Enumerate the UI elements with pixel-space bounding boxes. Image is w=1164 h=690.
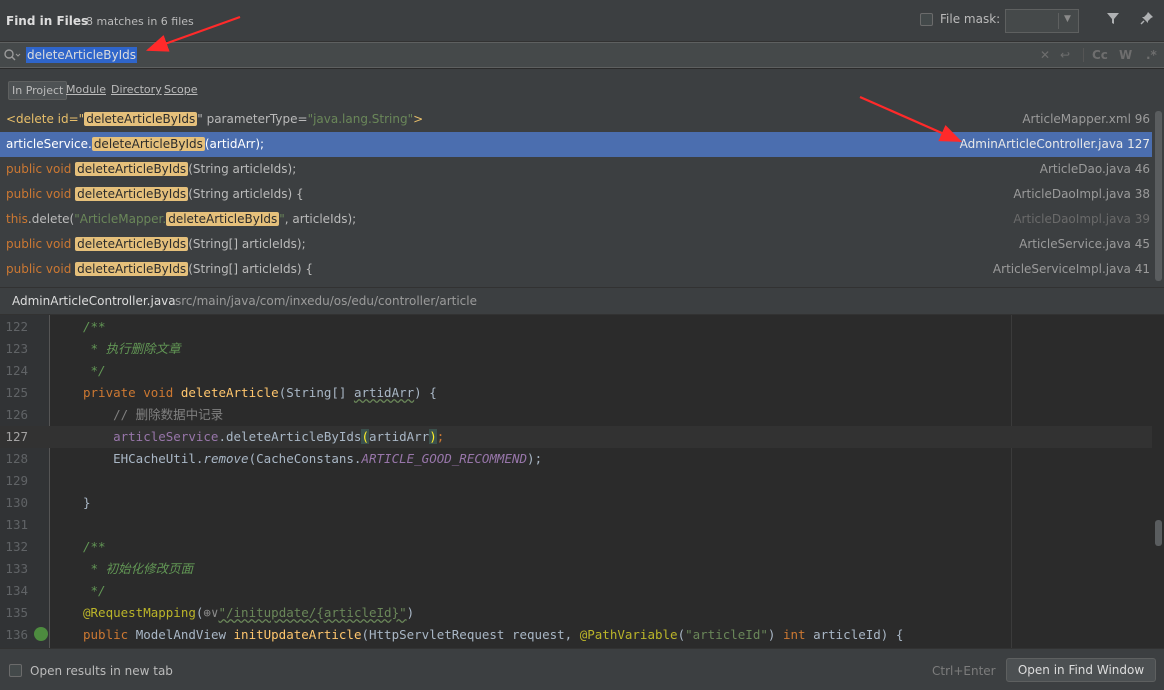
combo-separator xyxy=(1058,13,1059,29)
open-new-tab-checkbox[interactable] xyxy=(9,664,22,677)
result-file: ArticleDaoImpl.java 38 xyxy=(1013,187,1150,201)
preview-file-path: src/main/java/com/inxedu/os/edu/controll… xyxy=(175,294,477,308)
dialog-title: Find in Files xyxy=(6,14,89,28)
whole-words-toggle[interactable]: W xyxy=(1119,47,1132,63)
globe-icon: ⊕∨ xyxy=(203,605,219,620)
result-row[interactable]: public void deleteArticleByIds (String[] … xyxy=(0,257,1152,282)
code-line: 129 xyxy=(5,473,28,488)
search-icon[interactable] xyxy=(3,47,21,63)
result-file: ArticleService.java 45 xyxy=(1019,237,1150,251)
code-line: 132/** xyxy=(5,539,106,554)
pin-icon[interactable] xyxy=(1138,11,1156,29)
match-case-toggle[interactable]: Cc xyxy=(1092,47,1108,63)
file-mask-label: File mask: xyxy=(940,12,1001,26)
scrollbar-thumb[interactable] xyxy=(1155,520,1162,546)
code-line: 136 public ModelAndView initUpdateArticle… xyxy=(5,627,904,642)
result-file: ArticleDaoImpl.java 39 xyxy=(1013,212,1150,226)
code-line: 130} xyxy=(5,495,91,510)
result-file: ArticleMapper.xml 96 xyxy=(1022,112,1150,126)
code-line: 123 * 执行删除文章 xyxy=(5,341,181,356)
open-in-find-window-button[interactable]: Open in Find Window xyxy=(1006,658,1156,682)
code-line: 134 */ xyxy=(5,583,106,598)
file-mask-checkbox[interactable] xyxy=(920,12,933,26)
code-line: 126 // 删除数据中记录 xyxy=(5,407,224,422)
result-file: AdminArticleController.java 127 xyxy=(959,137,1150,151)
file-mask-combo[interactable]: ▼ xyxy=(1005,9,1079,33)
match-highlight: deleteArticleByIds xyxy=(75,187,189,201)
shortcut-hint: Ctrl+Enter xyxy=(932,664,996,678)
result-file: ArticleServiceImpl.java 41 xyxy=(992,262,1150,276)
match-highlight: deleteArticleByIds xyxy=(75,262,189,276)
result-row[interactable]: public void deleteArticleByIds (String ar… xyxy=(0,157,1152,182)
result-file: ArticleDao.java 46 xyxy=(1039,162,1150,176)
newline-icon[interactable]: ↩ xyxy=(1060,47,1070,63)
result-snippet: <delete id=" deleteArticleByIds " paramete… xyxy=(6,112,424,126)
result-snippet: public void deleteArticleByIds (String[] … xyxy=(6,237,306,251)
preview-path-bar: AdminArticleController.java src/main/jav… xyxy=(0,287,1164,315)
clear-icon[interactable]: ✕ xyxy=(1040,47,1050,63)
web-endpoint-icon[interactable] xyxy=(34,627,48,641)
open-new-tab-label[interactable]: Open results in new tab xyxy=(30,664,173,678)
result-row[interactable]: public void deleteArticleByIds (String ar… xyxy=(0,182,1152,207)
result-snippet: public void deleteArticleByIds (String ar… xyxy=(6,162,297,176)
code-line-current: 127 articleService.deleteArticleByIds(ar… xyxy=(0,426,1152,448)
code-line: 128 EHCacheUtil.remove(CacheConstans.ART… xyxy=(5,451,543,466)
result-snippet: public void deleteArticleByIds (String[] … xyxy=(6,262,314,276)
match-highlight: deleteArticleByIds xyxy=(75,237,189,251)
editor-scrollbar[interactable] xyxy=(1153,315,1164,648)
regex-toggle[interactable]: .* xyxy=(1146,47,1157,63)
scope-module[interactable]: Module xyxy=(63,81,109,98)
scope-directory[interactable]: Directory xyxy=(108,81,165,98)
match-highlight: deleteArticleByIds xyxy=(91,137,205,151)
search-input[interactable]: deleteArticleByIds xyxy=(26,47,138,63)
match-highlight: deleteArticleByIds xyxy=(166,212,280,226)
find-in-files-header: Find in Files 8 matches in 6 files File … xyxy=(0,0,1164,42)
result-row[interactable]: this.delete("ArticleMapper. deleteArticle… xyxy=(0,207,1152,232)
code-line: 122/** xyxy=(5,319,106,334)
result-row-selected[interactable]: articleService. deleteArticleByIds (artidA… xyxy=(0,132,1152,157)
file-mask-toggle[interactable]: File mask: xyxy=(920,12,1000,26)
chevron-down-icon[interactable]: ▼ xyxy=(1064,14,1071,24)
scope-scope[interactable]: Scope xyxy=(161,81,201,98)
search-bar: deleteArticleByIds ✕ ↩ Cc W .* xyxy=(0,42,1164,68)
code-line: 133 * 初始化修改页面 xyxy=(5,561,194,576)
code-line: 124 */ xyxy=(5,363,106,378)
result-snippet: articleService. deleteArticleByIds (artidA… xyxy=(6,137,265,151)
scope-bar: In Project Module Directory Scope xyxy=(0,69,1164,107)
scope-in-project[interactable]: In Project xyxy=(8,81,68,100)
results-list: <delete id=" deleteArticleByIds " paramete… xyxy=(0,107,1164,287)
code-preview[interactable]: 122/** 123 * 执行删除文章 124 */ 125 private vo… xyxy=(0,315,1164,648)
code-line: 135 @RequestMapping(⊕∨"/initupdate/{artic… xyxy=(5,605,415,620)
code-line: 125 private void deleteArticle(String[] a… xyxy=(5,385,437,400)
results-scrollbar[interactable] xyxy=(1153,107,1164,287)
search-separator xyxy=(1083,48,1084,62)
match-highlight: deleteArticleByIds xyxy=(75,162,189,176)
result-snippet: public void deleteArticleByIds (String ar… xyxy=(6,187,304,201)
result-row[interactable]: <delete id=" deleteArticleByIds " paramete… xyxy=(0,107,1152,132)
scrollbar-thumb[interactable] xyxy=(1155,111,1162,281)
result-row[interactable]: public void deleteArticleByIds (String[] … xyxy=(0,232,1152,257)
dialog-footer: Open results in new tab Ctrl+Enter Open … xyxy=(0,648,1164,690)
filter-icon[interactable] xyxy=(1104,11,1122,29)
code-line: 131 xyxy=(5,517,28,532)
match-highlight: deleteArticleByIds xyxy=(84,112,198,126)
result-snippet: this.delete("ArticleMapper. deleteArticle… xyxy=(6,212,357,226)
match-count: 8 matches in 6 files xyxy=(86,15,194,28)
preview-file-name: AdminArticleController.java xyxy=(12,294,176,308)
